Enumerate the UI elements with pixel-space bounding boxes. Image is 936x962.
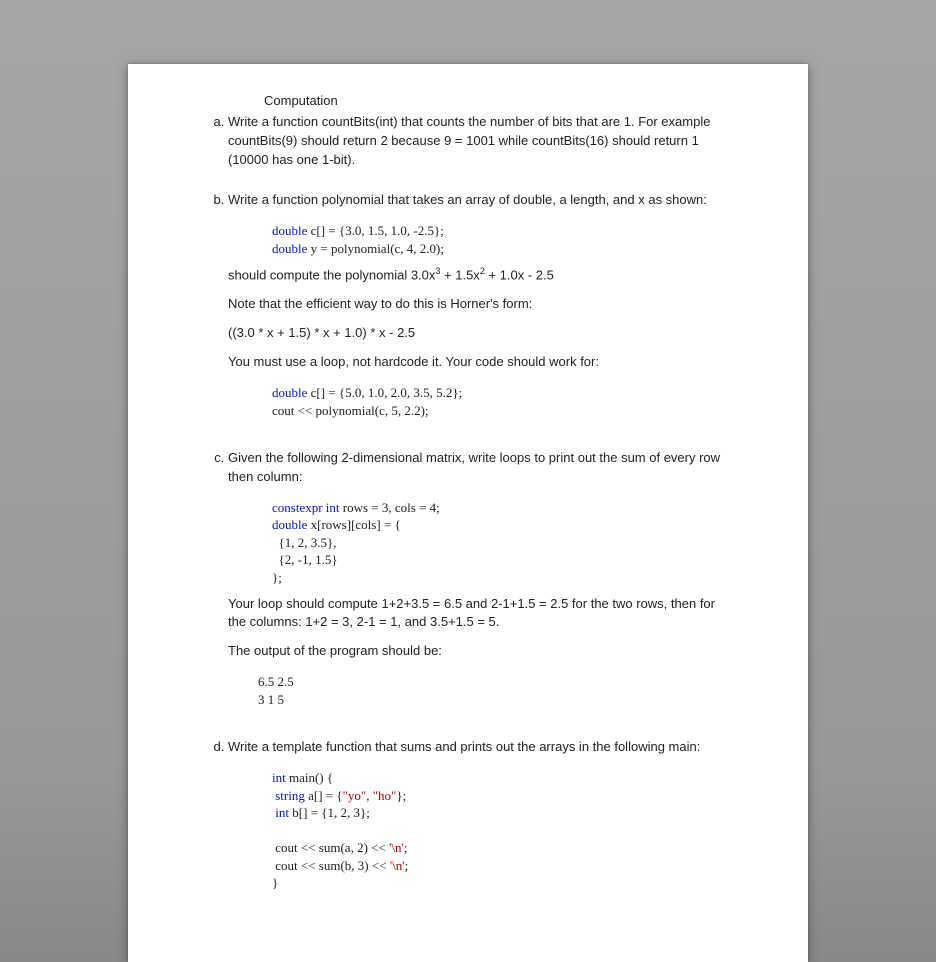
- output-line: 6.5 2.5: [258, 674, 294, 689]
- keyword-int: int: [272, 805, 289, 820]
- code-text: x[rows][cols] = {: [307, 517, 400, 532]
- poly-text: should compute the polynomial 3.0x: [228, 268, 435, 283]
- problem-d-intro: Write a template function that sums and …: [228, 738, 736, 757]
- char-literal: '\n': [390, 858, 405, 873]
- keyword-double: double: [272, 385, 307, 400]
- problem-d: Write a template function that sums and …: [228, 738, 736, 900]
- problem-b-horner-expr: ((3.0 * x + 1.5) * x + 1.0) * x - 2.5: [228, 324, 736, 343]
- code-text: a[] = {: [305, 788, 343, 803]
- section-header: Computation: [200, 92, 736, 111]
- problem-b: Write a function polynomial that takes a…: [228, 191, 736, 427]
- code-text: };: [396, 788, 406, 803]
- poly-text: + 1.0x - 2.5: [485, 268, 554, 283]
- code-text: b[] = {1, 2, 3};: [289, 805, 370, 820]
- code-text: cout << sum(b, 3) <<: [272, 858, 390, 873]
- code-text: rows = 3, cols = 4;: [340, 500, 440, 515]
- keyword-constexpr-int: constexpr int: [272, 500, 340, 515]
- problem-d-code: int main() { string a[] = {"yo", "ho"}; …: [228, 767, 736, 900]
- keyword-double: double: [272, 241, 307, 256]
- problem-c-intro: Given the following 2-dimensional matrix…: [228, 449, 736, 487]
- poly-text: + 1.5x: [440, 268, 479, 283]
- problem-b-horner-note: Note that the efficient way to do this i…: [228, 295, 736, 314]
- problem-c-explain: Your loop should compute 1+2+3.5 = 6.5 a…: [228, 595, 736, 633]
- document-page: Computation Write a function countBits(i…: [128, 64, 808, 962]
- char-literal: '\n': [389, 840, 404, 855]
- code-text: {1, 2, 3.5},: [272, 535, 336, 550]
- code-text: ;: [405, 858, 409, 873]
- keyword-double: double: [272, 223, 307, 238]
- code-text: {2, -1, 1.5}: [272, 552, 338, 567]
- problem-list: Write a function countBits(int) that cou…: [200, 113, 736, 900]
- code-text: cout << sum(a, 2) <<: [272, 840, 389, 855]
- code-text: }: [272, 875, 278, 890]
- keyword-string: string: [272, 788, 305, 803]
- code-text: cout << polynomial(c, 5, 2.2);: [272, 403, 429, 418]
- problem-b-intro: Write a function polynomial that takes a…: [228, 191, 736, 210]
- output-line: 3 1 5: [258, 692, 284, 707]
- keyword-int: int: [272, 770, 286, 785]
- code-text: ;: [404, 840, 408, 855]
- code-text: y = polynomial(c, 4, 2.0);: [307, 241, 444, 256]
- code-text: main() {: [286, 770, 333, 785]
- problem-c-output-label: The output of the program should be:: [228, 642, 736, 661]
- code-text: };: [272, 570, 282, 585]
- keyword-double: double: [272, 517, 307, 532]
- code-text: c[] = {3.0, 1.5, 1.0, -2.5};: [307, 223, 443, 238]
- problem-a-text: Write a function countBits(int) that cou…: [228, 113, 736, 170]
- problem-c-output: 6.5 2.5 3 1 5: [228, 671, 736, 716]
- string-literal: "yo": [343, 788, 367, 803]
- problem-c: Given the following 2-dimensional matrix…: [228, 449, 736, 716]
- problem-b-poly: should compute the polynomial 3.0x3 + 1.…: [228, 265, 736, 285]
- problem-a: Write a function countBits(int) that cou…: [228, 113, 736, 170]
- problem-b-code-1: double c[] = {3.0, 1.5, 1.0, -2.5}; doub…: [228, 220, 736, 265]
- code-text: c[] = {5.0, 1.0, 2.0, 3.5, 5.2};: [307, 385, 462, 400]
- problem-c-code: constexpr int rows = 3, cols = 4; double…: [228, 497, 736, 595]
- problem-b-loop-note: You must use a loop, not hardcode it. Yo…: [228, 353, 736, 372]
- string-literal: "ho": [373, 788, 397, 803]
- problem-b-code-2: double c[] = {5.0, 1.0, 2.0, 3.5, 5.2}; …: [228, 382, 736, 427]
